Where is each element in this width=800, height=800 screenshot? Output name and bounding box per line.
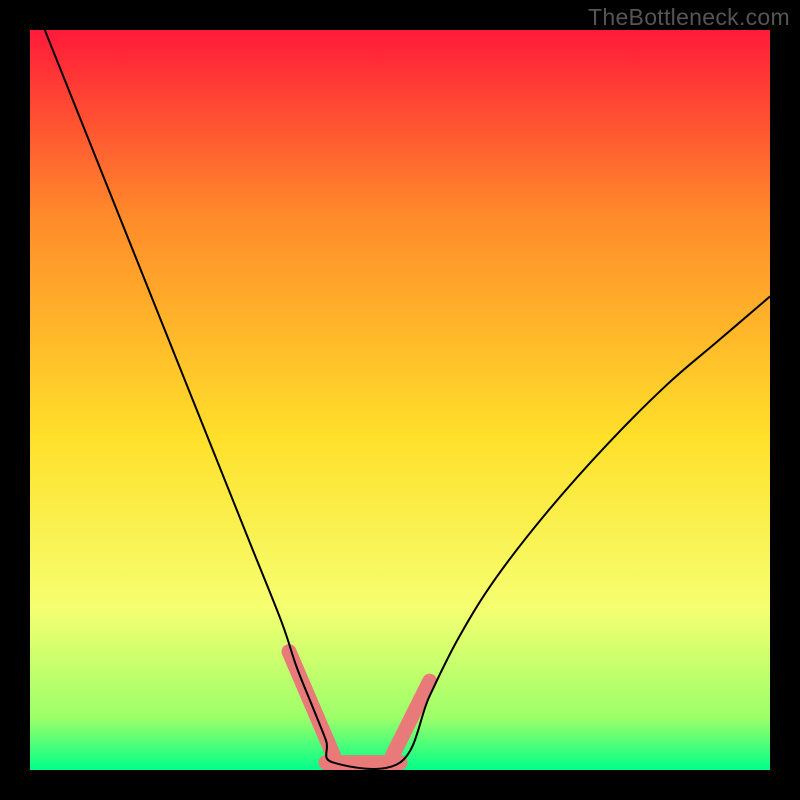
chart-svg	[30, 30, 770, 770]
gradient-background	[30, 30, 770, 770]
plot-area	[30, 30, 770, 770]
watermark-label: TheBottleneck.com	[588, 4, 790, 31]
chart-frame: TheBottleneck.com	[0, 0, 800, 800]
